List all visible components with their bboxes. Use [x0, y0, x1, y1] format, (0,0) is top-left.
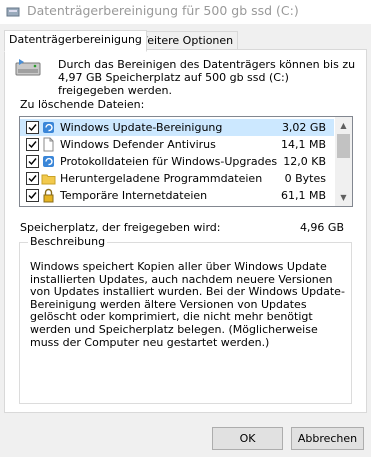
file-name: Windows Update-Bereinigung: [60, 121, 223, 134]
window-title: Datenträgerbereinigung für 500 gb ssd (C…: [27, 3, 299, 18]
file-name: Protokolldateien für Windows-Upgrades: [60, 155, 278, 168]
recycle-icon: [43, 156, 54, 167]
intro-text: Durch das Bereinigen des Datenträgers kö…: [58, 58, 356, 97]
file-list[interactable]: Windows Update-Bereinigung 3,02 GB Windo…: [19, 116, 353, 207]
drive-icon: [15, 59, 41, 76]
scroll-up-icon[interactable]: ▲: [335, 117, 352, 134]
file-size: 61,1 MB: [280, 189, 326, 202]
scroll-down-icon[interactable]: ▼: [335, 189, 352, 206]
list-item[interactable]: Windows Defender Antivirus 14,1 MB: [20, 136, 334, 153]
tab-more-options[interactable]: Weitere Optionen: [132, 31, 239, 51]
file-size: 3,02 GB: [281, 121, 326, 134]
description-text: Windows speichert Kopien aller über Wind…: [30, 260, 345, 349]
list-item[interactable]: Temporäre Internetdateien 61,1 MB: [20, 187, 334, 204]
file-name: Windows Defender Antivirus: [60, 138, 216, 151]
ok-button[interactable]: OK: [212, 427, 283, 450]
vertical-scrollbar[interactable]: ▲ ▼: [335, 117, 352, 206]
file-name: Heruntergeladene Programmdateien: [60, 172, 263, 185]
title-bar: Datenträgerbereinigung für 500 gb ssd (C…: [0, 0, 371, 24]
tab-strip: Datenträgerbereinigung Weitere Optionen: [0, 30, 371, 52]
description-legend: Beschreibung: [28, 235, 108, 248]
freed-space-value: 4,96 GB: [299, 221, 344, 234]
checkbox[interactable]: [26, 172, 39, 185]
file-size: 14,1 MB: [280, 138, 326, 151]
checkbox[interactable]: [26, 121, 39, 134]
checkbox[interactable]: [26, 138, 39, 151]
tab-disk-cleanup[interactable]: Datenträgerbereinigung: [4, 30, 147, 52]
file-name: Temporäre Internetdateien: [60, 189, 208, 202]
recycle-icon: [43, 122, 54, 133]
list-item[interactable]: Windows Update-Bereinigung 3,02 GB: [20, 119, 334, 136]
list-item[interactable]: Heruntergeladene Programmdateien 0 Bytes: [20, 170, 334, 187]
scroll-thumb[interactable]: [337, 134, 350, 158]
file-size: 0 Bytes: [284, 172, 326, 185]
checkbox[interactable]: [26, 189, 39, 202]
cancel-button[interactable]: Abbrechen: [291, 427, 364, 450]
lock-icon: [43, 188, 54, 203]
file-icon: [43, 137, 54, 152]
files-label: Zu löschende Dateien:: [20, 98, 145, 111]
freed-space-label: Speicherplatz, der freigegeben wird:: [20, 221, 221, 234]
disk-cleanup-icon: [6, 7, 20, 17]
folder-icon: [41, 174, 56, 185]
file-size: 12,0 KB: [283, 155, 326, 168]
list-item[interactable]: Protokolldateien für Windows-Upgrades 12…: [20, 153, 334, 170]
checkbox[interactable]: [26, 155, 39, 168]
